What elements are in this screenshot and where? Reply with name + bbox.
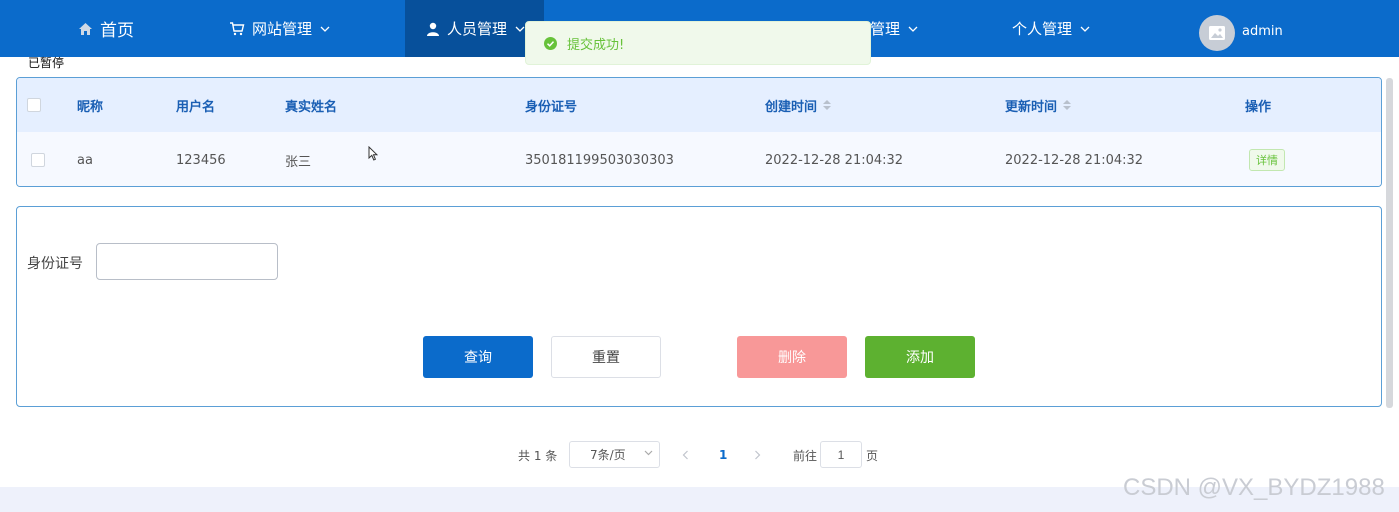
row-checkbox[interactable] (31, 132, 45, 186)
nav-other-label: 管理 (870, 20, 901, 38)
total-count: 共 1 条 (518, 448, 558, 463)
goto-page-input[interactable] (820, 441, 862, 468)
col-created-time[interactable]: 创建时间 (765, 78, 832, 132)
sort-icon[interactable] (1063, 100, 1072, 110)
details-cell: 详情 (1249, 132, 1285, 186)
success-toast: 提交成功! (525, 21, 871, 65)
chevron-down-icon (908, 26, 918, 32)
toast-message: 提交成功! (567, 37, 625, 53)
chevron-down-icon (515, 26, 525, 32)
cart-icon (229, 21, 245, 36)
nav-people-label: 人员管理 (447, 20, 508, 38)
table-header: 昵称 用户名 真实姓名 身份证号 创建时间 更新时间 操作 (17, 78, 1381, 132)
nav-home-label: 首页 (100, 21, 134, 41)
nav-people-management[interactable]: 人员管理 (405, 0, 544, 57)
user-icon (426, 22, 440, 36)
cell-created-time: 2022-12-28 21:04:32 (765, 152, 904, 168)
prev-page-icon[interactable] (682, 441, 689, 469)
add-button[interactable]: 添加 (865, 336, 975, 378)
nav-home[interactable]: 首页 (78, 0, 134, 57)
username-label[interactable]: admin (1242, 0, 1283, 62)
cell-username: 123456 (176, 152, 226, 168)
chevron-down-icon (320, 26, 330, 32)
scrollbar[interactable] (1386, 78, 1393, 408)
avatar[interactable] (1199, 15, 1235, 51)
sort-icon[interactable] (823, 100, 832, 110)
goto-label: 前往 (793, 448, 818, 463)
page-size-select[interactable]: 7条/页 (569, 441, 660, 468)
page-suffix: 页 (866, 448, 879, 463)
chevron-down-icon (644, 450, 653, 456)
delete-button[interactable]: 删除 (737, 336, 847, 378)
mouse-cursor-icon (368, 145, 379, 165)
reset-button[interactable]: 重置 (551, 336, 661, 378)
col-updated-label: 更新时间 (1005, 99, 1058, 115)
col-created-label: 创建时间 (765, 99, 818, 115)
col-realname: 真实姓名 (285, 99, 338, 115)
check-circle-icon (544, 36, 557, 50)
col-actions: 操作 (1245, 99, 1272, 115)
cell-nickname: aa (77, 152, 93, 168)
search-panel: 身份证号 查询 重置 删除 添加 (16, 206, 1382, 407)
select-all-checkbox[interactable] (27, 78, 41, 132)
nav-other-management[interactable]: 管理 (870, 0, 918, 57)
col-idnumber: 身份证号 (525, 99, 578, 115)
current-page[interactable]: 1 (719, 441, 727, 469)
cell-realname: 张三 (285, 154, 312, 170)
nav-website-label: 网站管理 (252, 20, 313, 38)
cell-updated-time: 2022-12-28 21:04:32 (1005, 152, 1144, 168)
page-size-value: 7条/页 (590, 448, 626, 462)
home-icon (78, 22, 93, 36)
col-username: 用户名 (176, 99, 216, 115)
nav-website-management[interactable]: 网站管理 (229, 0, 330, 57)
chevron-down-icon (1080, 26, 1090, 32)
cell-idnumber: 350181199503030303 (525, 152, 674, 168)
details-button[interactable]: 详情 (1249, 149, 1285, 171)
paused-status-text: 已暂停 (28, 56, 65, 70)
col-updated-time[interactable]: 更新时间 (1005, 78, 1072, 132)
table-row: aa 123456 张三 350181199503030303 2022-12-… (17, 132, 1381, 186)
watermark: CSDN @VX_BYDZ1988 (1123, 474, 1385, 501)
user-table: 昵称 用户名 真实姓名 身份证号 创建时间 更新时间 操作 aa 123456 … (16, 77, 1382, 187)
col-nickname: 昵称 (77, 99, 104, 115)
id-number-label: 身份证号 (27, 256, 83, 272)
query-button[interactable]: 查询 (423, 336, 533, 378)
nav-personal-management[interactable]: 个人管理 (1012, 0, 1090, 57)
nav-personal-label: 个人管理 (1012, 20, 1073, 38)
next-page-icon[interactable] (754, 441, 761, 469)
id-number-input[interactable] (96, 243, 278, 280)
image-placeholder-icon (1209, 26, 1225, 40)
